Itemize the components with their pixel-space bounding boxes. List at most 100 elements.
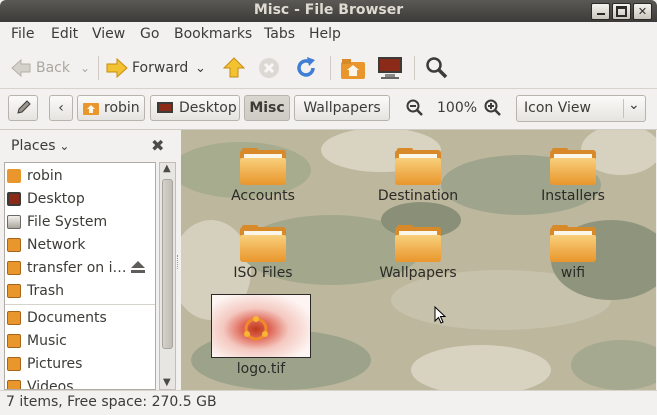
image-thumbnail bbox=[211, 294, 311, 358]
minimize-icon bbox=[596, 13, 605, 15]
reload-button[interactable] bbox=[294, 48, 318, 88]
chevron-down-icon: ⌄ bbox=[195, 60, 206, 76]
sidebar-item-pictures[interactable]: Pictures bbox=[5, 352, 155, 375]
eject-icon[interactable] bbox=[130, 260, 146, 274]
sidebar-item-label: Network bbox=[27, 236, 86, 253]
menu-bookmarks[interactable]: Bookmarks bbox=[174, 26, 252, 42]
file-name: wifi bbox=[560, 265, 586, 281]
path-segment-robin[interactable]: robin bbox=[77, 95, 145, 121]
videos-folder-icon bbox=[7, 379, 21, 389]
network-icon bbox=[7, 237, 21, 252]
toolbar-separator bbox=[414, 56, 415, 80]
view-mode-value: Icon View bbox=[524, 100, 591, 116]
menu-go[interactable]: Go bbox=[140, 26, 159, 42]
menu-edit[interactable]: Edit bbox=[51, 26, 78, 42]
sidebar-item-label: transfer on i… bbox=[27, 259, 127, 276]
scrollbar-thumb[interactable] bbox=[162, 179, 173, 349]
sidebar-item-music[interactable]: Music bbox=[5, 329, 155, 352]
home-folder-icon bbox=[341, 59, 365, 79]
network-share-icon bbox=[7, 260, 21, 275]
toolbar-separator bbox=[98, 56, 99, 80]
up-button[interactable] bbox=[222, 48, 246, 88]
folder-icon bbox=[240, 225, 286, 263]
computer-button[interactable] bbox=[376, 48, 404, 88]
sidebar-item-label: Videos bbox=[27, 378, 74, 390]
path-segment-wallpapers[interactable]: Wallpapers bbox=[294, 95, 390, 121]
folder-item[interactable]: Installers bbox=[523, 148, 623, 204]
sidebar-scrollbar[interactable]: ▲ ▼ bbox=[159, 162, 176, 390]
menu-view[interactable]: View bbox=[92, 26, 125, 42]
close-icon: ✕ bbox=[637, 5, 648, 18]
path-segment-label: robin bbox=[104, 100, 140, 116]
close-window-button[interactable]: ✕ bbox=[633, 3, 652, 20]
reload-icon bbox=[297, 57, 315, 77]
sidebar-item-network[interactable]: Network bbox=[5, 233, 155, 256]
home-button[interactable] bbox=[340, 48, 366, 88]
sidebar-item-file-system[interactable]: File System bbox=[5, 210, 155, 233]
zoom-in-button[interactable] bbox=[484, 89, 502, 127]
sidebar-item-transfer[interactable]: transfer on i… bbox=[5, 256, 155, 279]
combo-divider bbox=[623, 99, 624, 118]
sidebar-item-label: File System bbox=[27, 213, 108, 230]
pictures-folder-icon bbox=[7, 356, 21, 371]
chevron-down-icon: ⌄ bbox=[55, 139, 70, 153]
title-bar: Misc - File Browser ✕ bbox=[0, 0, 657, 22]
scroll-down-icon[interactable]: ▼ bbox=[163, 377, 171, 388]
sidebar-item-robin[interactable]: robin bbox=[5, 164, 155, 187]
maximize-icon bbox=[616, 6, 627, 17]
menu-tabs[interactable]: Tabs bbox=[264, 26, 295, 42]
folder-item[interactable]: Destination bbox=[368, 148, 468, 204]
status-text: 7 items, Free space: 270.5 GB bbox=[6, 394, 217, 410]
zoom-out-button[interactable] bbox=[406, 89, 424, 127]
file-name: logo.tif bbox=[236, 361, 286, 377]
desktop-icon bbox=[157, 102, 173, 113]
back-arrow-icon bbox=[11, 58, 31, 78]
file-view[interactable]: Accounts Destination Installers ISO File… bbox=[181, 130, 656, 390]
folder-item[interactable]: Wallpapers bbox=[368, 225, 468, 281]
back-label: Back bbox=[36, 60, 70, 76]
path-segment-desktop[interactable]: Desktop bbox=[150, 95, 240, 121]
path-segment-label: Misc bbox=[249, 100, 285, 116]
edit-location-button[interactable] bbox=[8, 95, 38, 121]
sidebar-header: Places ⌄ ✖ bbox=[4, 130, 176, 162]
search-button[interactable] bbox=[425, 48, 449, 88]
location-bar: ‹ robin Desktop Misc Wallpapers 100% Ico… bbox=[0, 89, 657, 130]
menu-help[interactable]: Help bbox=[309, 26, 341, 42]
sidebar-item-documents[interactable]: Documents bbox=[5, 306, 155, 329]
zoom-level[interactable]: 100% bbox=[437, 89, 477, 127]
stop-button[interactable] bbox=[258, 48, 280, 88]
computer-icon bbox=[378, 57, 402, 79]
menu-bar: File Edit View Go Bookmarks Tabs Help bbox=[0, 22, 657, 48]
folder-item[interactable]: ISO Files bbox=[213, 225, 313, 281]
chevron-down-icon: ⌄ bbox=[628, 97, 640, 113]
view-mode-select[interactable]: Icon View ⌄ bbox=[516, 95, 646, 122]
toolbar-separator bbox=[330, 56, 331, 80]
places-label: Places bbox=[11, 138, 56, 154]
close-sidebar-button[interactable]: ✖ bbox=[151, 136, 164, 155]
places-dropdown[interactable]: Places ⌄ bbox=[11, 138, 69, 154]
forward-button[interactable]: Forward bbox=[105, 48, 188, 88]
places-list: robin Desktop File System Network transf… bbox=[4, 162, 156, 390]
sidebar-item-label: robin bbox=[27, 167, 63, 184]
back-history-dropdown[interactable]: ⌄ bbox=[80, 48, 90, 88]
folder-item[interactable]: Accounts bbox=[213, 148, 313, 204]
path-scroll-left-button[interactable]: ‹ bbox=[49, 95, 73, 121]
file-name: Destination bbox=[377, 188, 459, 204]
image-file-item[interactable]: logo.tif bbox=[211, 294, 311, 377]
maximize-button[interactable] bbox=[612, 3, 631, 20]
close-icon: ✖ bbox=[151, 136, 165, 155]
back-button[interactable]: Back bbox=[10, 48, 70, 88]
scroll-up-icon[interactable]: ▲ bbox=[163, 163, 171, 174]
folder-item[interactable]: wifi bbox=[523, 225, 623, 281]
desktop-icon bbox=[7, 191, 21, 206]
file-name: ISO Files bbox=[233, 265, 293, 281]
sidebar-item-trash[interactable]: Trash bbox=[5, 279, 155, 302]
sidebar-item-videos[interactable]: Videos bbox=[5, 375, 155, 390]
sidebar-item-desktop[interactable]: Desktop bbox=[5, 187, 155, 210]
minimize-button[interactable] bbox=[591, 3, 610, 20]
menu-file[interactable]: File bbox=[11, 26, 34, 42]
path-segment-misc[interactable]: Misc bbox=[244, 95, 290, 121]
forward-history-dropdown[interactable]: ⌄ bbox=[195, 48, 206, 88]
documents-folder-icon bbox=[7, 310, 21, 325]
status-bar: 7 items, Free space: 270.5 GB bbox=[0, 390, 657, 415]
